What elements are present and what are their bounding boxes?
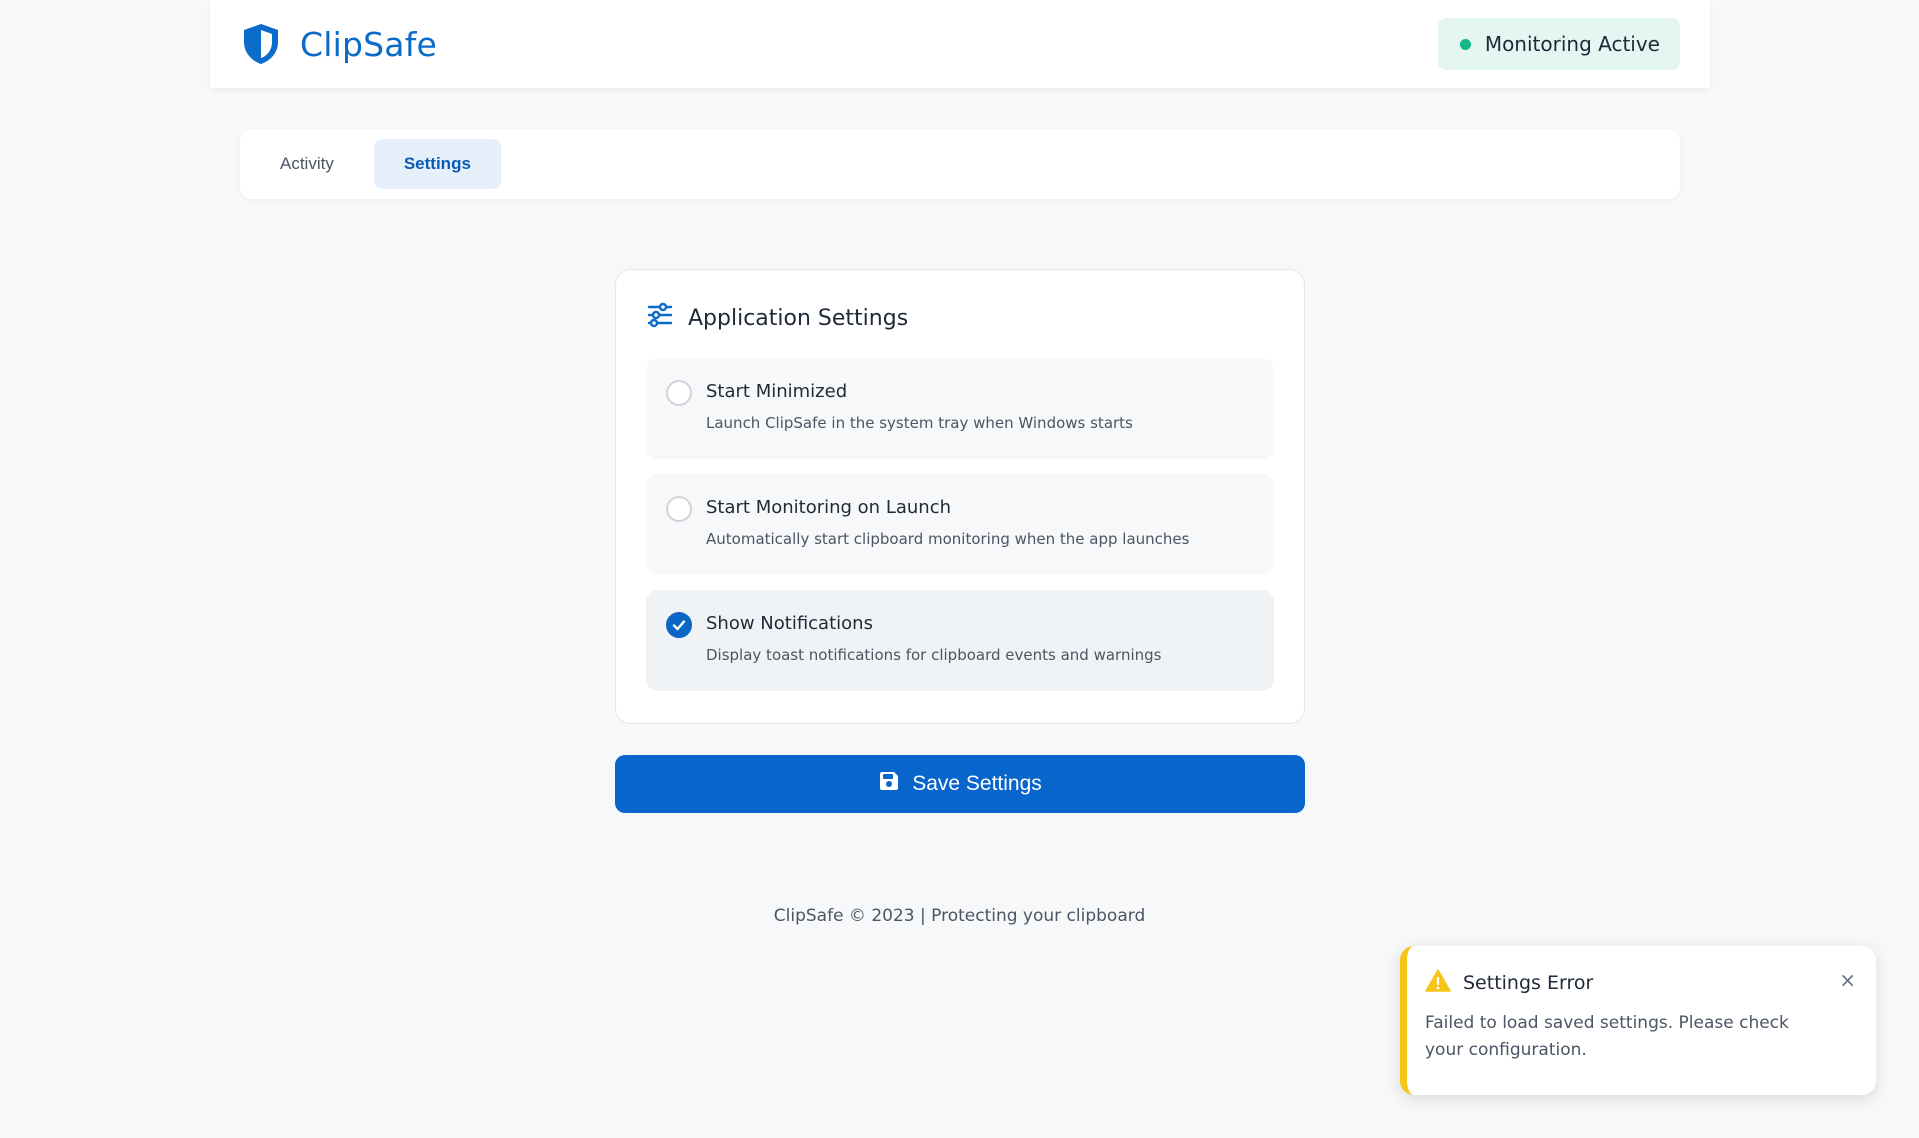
status-text: Monitoring Active [1484,32,1660,56]
error-toast: Settings Error × Failed to load saved se… [1400,946,1876,1095]
save-button-label: Save Settings [912,772,1042,795]
show-notifications-checkbox[interactable] [666,612,692,638]
start-monitoring-checkbox[interactable] [666,496,692,522]
option-label: Start Minimized [706,381,848,402]
toast-header: Settings Error [1425,968,1852,998]
tab-settings[interactable]: Settings [373,139,501,189]
start-minimized-checkbox[interactable] [666,380,692,406]
footer-text: ClipSafe © 2023 | Protecting your clipbo… [773,906,1146,926]
settings-card-title: Application Settings [646,300,1274,336]
save-settings-button[interactable]: Save Settings [615,755,1305,813]
option-description: Display toast notifications for clipboar… [706,646,1162,664]
toast-message: Failed to load saved settings. Please ch… [1425,1013,1789,1060]
checkmark-icon [672,620,686,631]
tab-activity[interactable]: Activity [250,139,364,189]
option-start-monitoring[interactable]: Start Monitoring on Launch Automatically… [646,474,1274,575]
option-label: Start Monitoring on Launch [706,497,951,518]
tab-bar: Activity Settings [240,129,1680,199]
option-start-minimized[interactable]: Start Minimized Launch ClipSafe in the s… [646,358,1274,459]
brand: ClipSafe [240,22,437,66]
settings-title-text: Application Settings [688,305,909,331]
app-header: ClipSafe Monitoring Active [210,0,1710,88]
option-label: Show Notifications [706,613,873,634]
app-name: ClipSafe [300,24,438,64]
option-show-notifications[interactable]: Show Notifications Display toast notific… [646,590,1274,691]
toast-title: Settings Error [1463,972,1594,994]
close-icon[interactable]: × [1839,968,1856,992]
option-description: Automatically start clipboard monitoring… [706,530,1190,548]
shield-icon [240,22,282,66]
floppy-disk-icon [878,770,900,798]
warning-icon [1425,968,1451,998]
sliders-icon [646,301,674,335]
status-dot-icon [1459,38,1471,50]
option-description: Launch ClipSafe in the system tray when … [706,414,1133,432]
monitoring-status-badge: Monitoring Active [1437,18,1680,70]
settings-card: Application Settings Start Minimized Lau… [615,269,1305,724]
